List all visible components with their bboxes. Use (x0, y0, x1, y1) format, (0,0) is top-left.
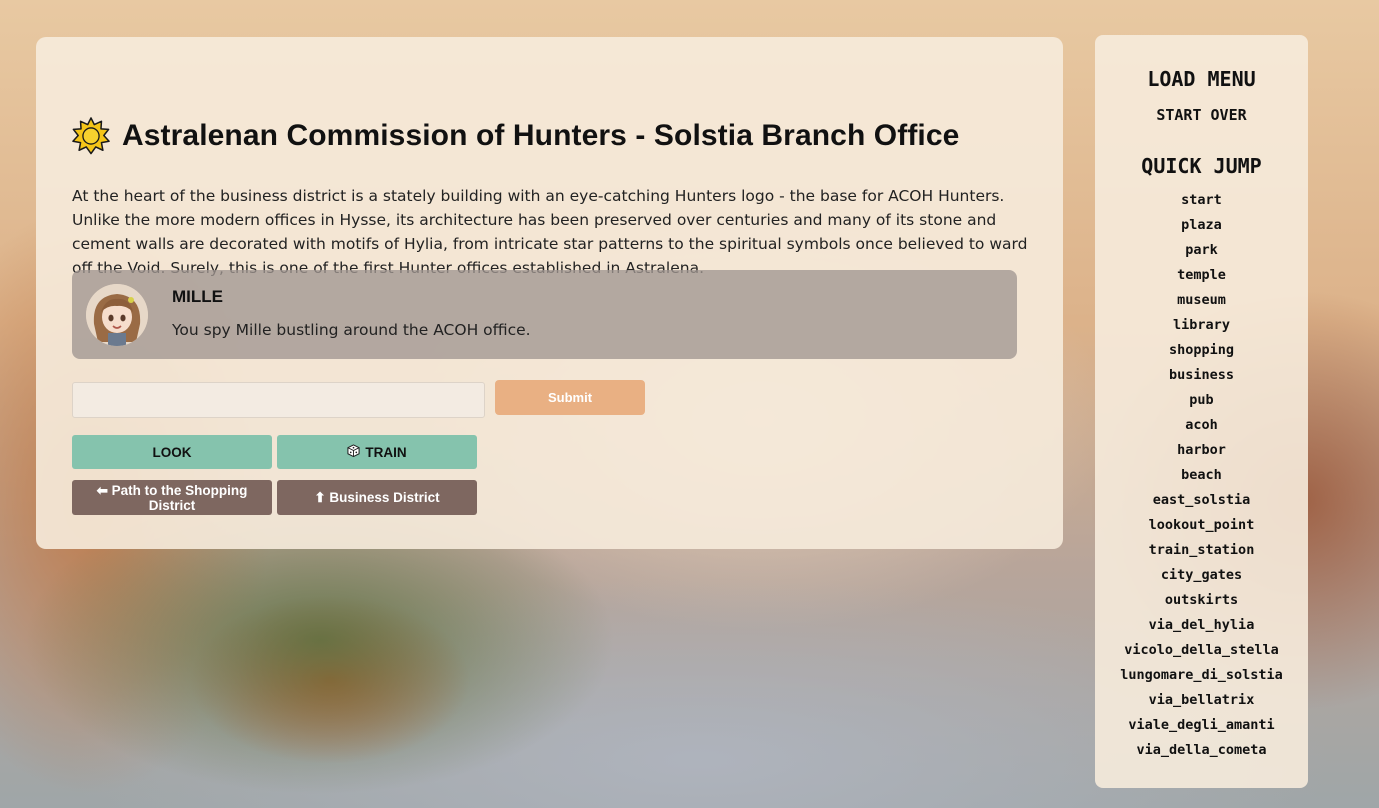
quick-jump-list: start plaza park temple museum library s… (1095, 190, 1308, 765)
jump-lookout-point[interactable]: lookout_point (1095, 515, 1308, 540)
path-shopping-district-button[interactable]: ⬅ Path to the Shopping District (72, 480, 272, 515)
jump-harbor[interactable]: harbor (1095, 440, 1308, 465)
jump-via-del-hylia[interactable]: via_del_hylia (1095, 615, 1308, 640)
jump-business[interactable]: business (1095, 365, 1308, 390)
jump-temple[interactable]: temple (1095, 265, 1308, 290)
submit-button[interactable]: Submit (495, 380, 645, 415)
business-district-button[interactable]: ⬆ Business District (277, 480, 477, 515)
quick-jump-heading: QUICK JUMP (1141, 154, 1262, 178)
command-input[interactable] (72, 382, 485, 418)
location-description: At the heart of the business district is… (72, 187, 1028, 277)
jump-outskirts[interactable]: outskirts (1095, 590, 1308, 615)
page-title: Astralenan Commission of Hunters - Solst… (122, 119, 960, 152)
jump-plaza[interactable]: plaza (1095, 215, 1308, 240)
sun-icon (72, 117, 110, 155)
look-button[interactable]: LOOK (72, 435, 272, 469)
jump-via-della-cometa[interactable]: via_della_cometa (1095, 740, 1308, 765)
train-label: TRAIN (365, 444, 407, 460)
title-row: Astralenan Commission of Hunters - Solst… (72, 117, 959, 155)
npc-name: MILLE (172, 287, 223, 306)
jump-beach[interactable]: beach (1095, 465, 1308, 490)
dice-icon (347, 444, 360, 460)
npc-box[interactable]: MILLE You spy Mille bustling around the … (72, 270, 1017, 359)
jump-viale-degli-amanti[interactable]: viale_degli_amanti (1095, 715, 1308, 740)
load-menu-heading[interactable]: LOAD MENU (1095, 67, 1308, 91)
train-button[interactable]: TRAIN (277, 435, 477, 469)
jump-library[interactable]: library (1095, 315, 1308, 340)
jump-acoh[interactable]: acoh (1095, 415, 1308, 440)
jump-start[interactable]: start (1095, 190, 1308, 215)
jump-vicolo-della-stella[interactable]: vicolo_della_stella (1095, 640, 1308, 665)
jump-train-station[interactable]: train_station (1095, 540, 1308, 565)
main-panel: Astralenan Commission of Hunters - Solst… (36, 37, 1063, 549)
jump-park[interactable]: park (1095, 240, 1308, 265)
jump-east-solstia[interactable]: east_solstia (1095, 490, 1308, 515)
jump-museum[interactable]: museum (1095, 290, 1308, 315)
jump-shopping[interactable]: shopping (1095, 340, 1308, 365)
jump-pub[interactable]: pub (1095, 390, 1308, 415)
npc-text: You spy Mille bustling around the ACOH o… (172, 321, 531, 339)
jump-via-bellatrix[interactable]: via_bellatrix (1095, 690, 1308, 715)
start-over-button[interactable]: START OVER (1095, 105, 1308, 125)
jump-city-gates[interactable]: city_gates (1095, 565, 1308, 590)
avatar-icon (86, 284, 148, 346)
jump-lungomare-di-solstia[interactable]: lungomare_di_solstia (1095, 665, 1308, 690)
sidebar: LOAD MENU START OVER QUICK JUMP start pl… (1095, 35, 1308, 788)
mille-avatar (86, 284, 148, 346)
